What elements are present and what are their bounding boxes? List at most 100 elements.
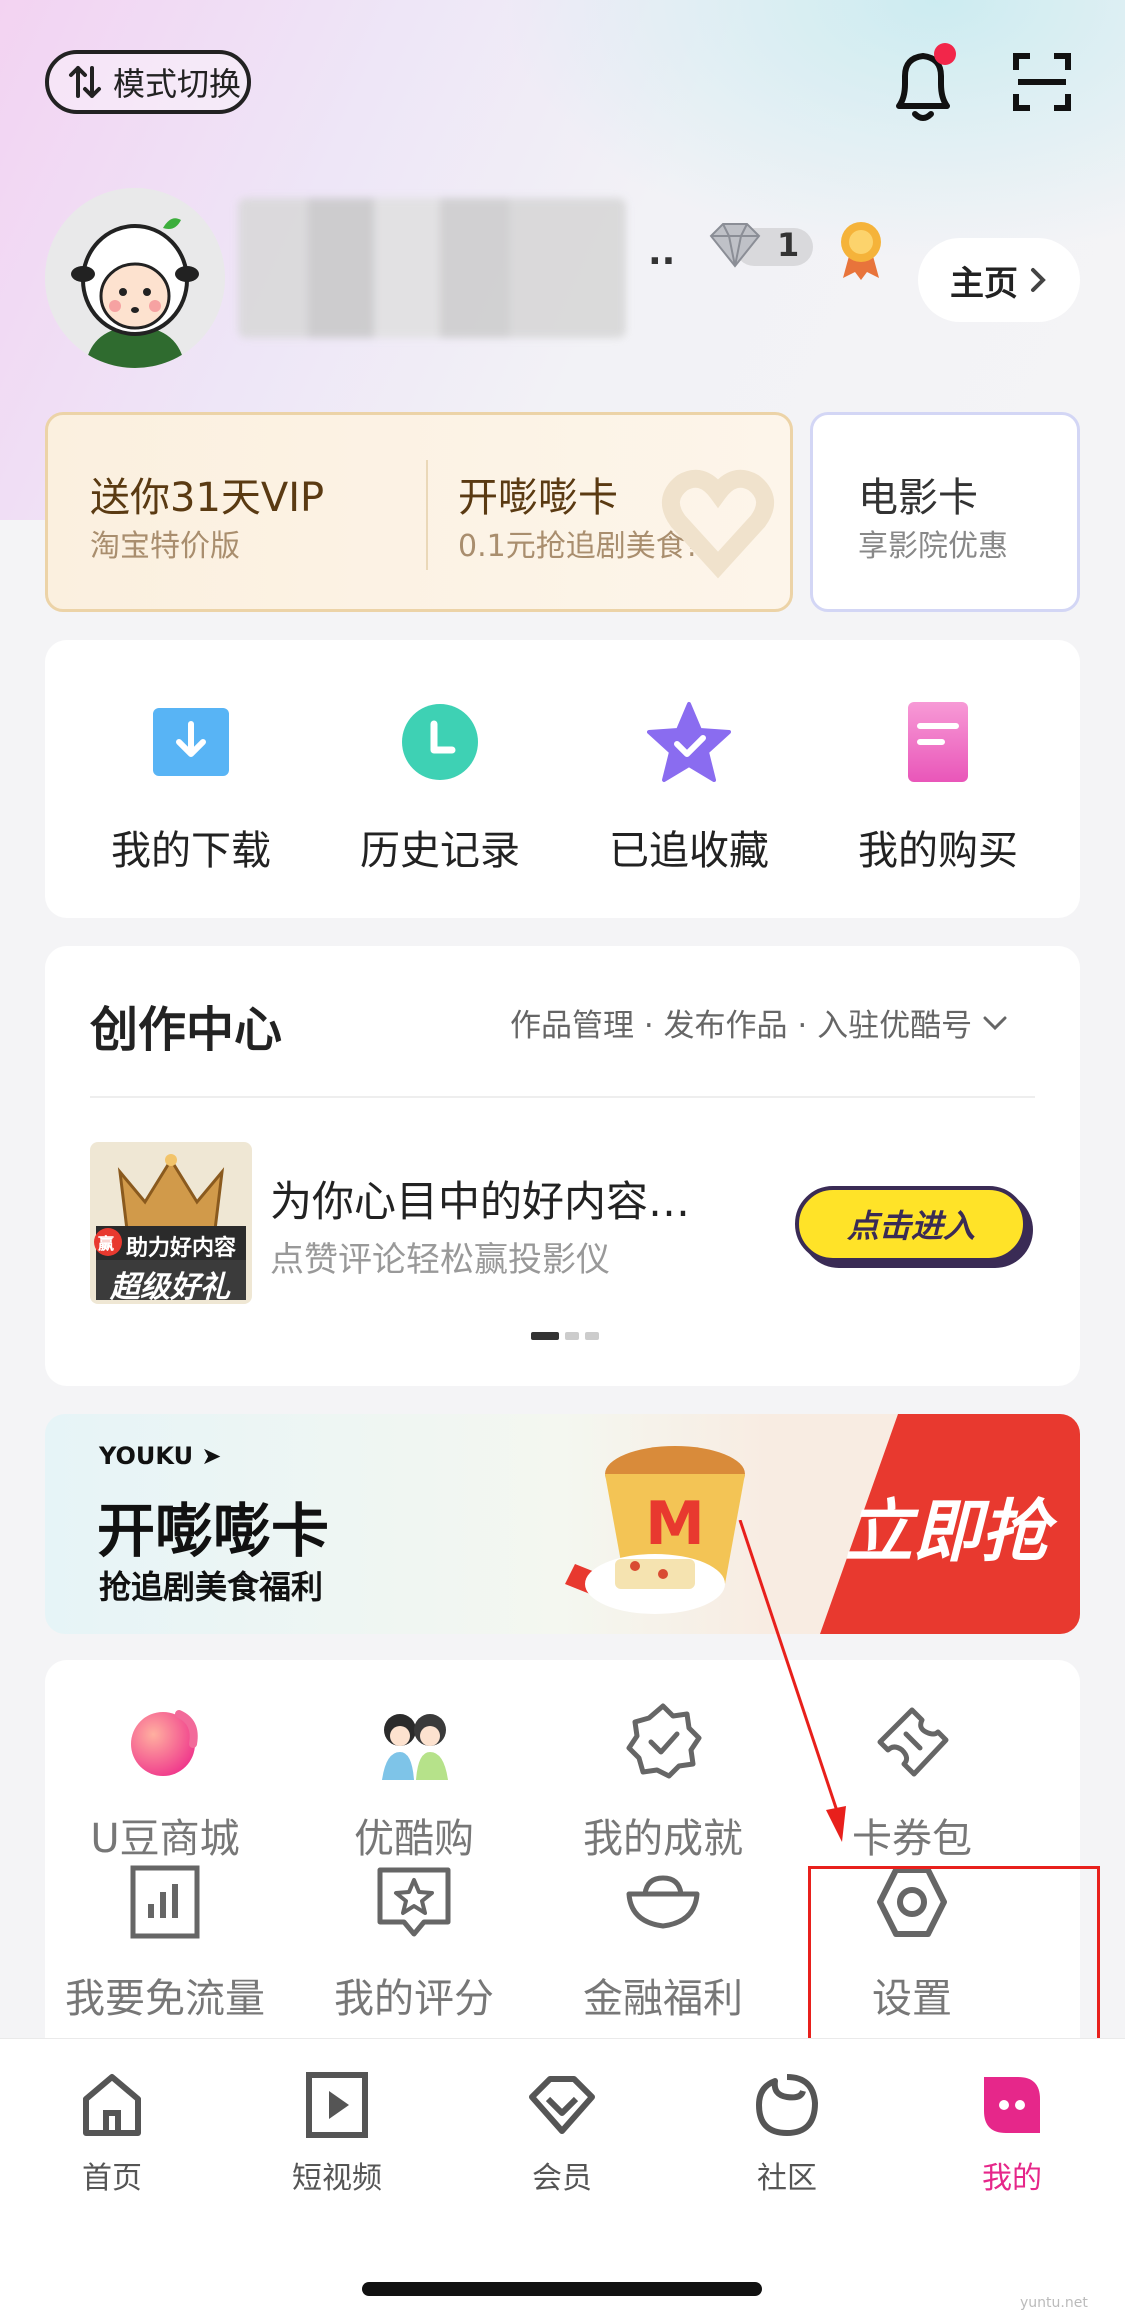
mode-switch-label: 模式切换 <box>113 65 242 103</box>
u-bean-icon <box>131 1710 198 1776</box>
banner-brand: YOUKU ➤ <box>99 1442 222 1470</box>
promo-vip-subtitle: 淘宝特价版 <box>90 529 240 564</box>
tab-short-video[interactable]: 短视频 <box>262 2069 412 2197</box>
pengpeng-banner[interactable]: YOUKU ➤ 开嘭嘭卡 抢追剧美食福利 M 立即抢 <box>45 1414 1080 1634</box>
download-icon <box>153 708 229 776</box>
purchases-icon <box>908 702 968 782</box>
tab-home[interactable]: 首页 <box>37 2069 187 2197</box>
banner-subtitle: 抢追剧美食福利 <box>99 1568 324 1606</box>
promo-movie-title: 电影卡 <box>858 475 978 521</box>
short-video-icon <box>306 2072 368 2138</box>
rating-icon <box>377 1867 451 1937</box>
service-data-free[interactable]: 我要免流量 <box>45 1860 285 2024</box>
watermark: yuntu.net <box>1020 2295 1088 2311</box>
promo-card-group: 送你31天VIP 淘宝特价版 开嘭嘭卡 0.1元抢追剧美食! <box>45 412 793 612</box>
thumb-line2: 超级好礼 <box>110 1270 230 1304</box>
enter-button[interactable]: 点击进入 <box>795 1186 1027 1262</box>
promo-vip-title: 送你31天VIP <box>90 475 325 521</box>
tab-short-video-label: 短视频 <box>292 2161 382 2196</box>
mode-switch-button[interactable]: 模式切换 <box>45 50 251 114</box>
service-u-bean-mall[interactable]: U豆商城 <box>45 1700 285 1864</box>
finance-icon <box>626 1875 700 1929</box>
service-u-bean-mall-label: U豆商城 <box>90 1816 240 1862</box>
promo-pengpeng[interactable]: 开嘭嘭卡 0.1元抢追剧美食! <box>428 415 790 609</box>
shortcut-history[interactable]: 历史记录 <box>320 700 560 876</box>
home-icon <box>83 2074 141 2136</box>
service-data-free-label: 我要免流量 <box>65 1976 265 2022</box>
heart-watermark-icon <box>662 469 774 579</box>
coupon-icon <box>877 1707 949 1777</box>
diamond-badge[interactable]: 1 <box>705 218 815 274</box>
service-ratings-label: 我的评分 <box>334 1976 494 2022</box>
enter-button-label: 点击进入 <box>846 1207 975 1245</box>
service-youku-shop-label: 优酷购 <box>354 1816 474 1862</box>
tab-profile-label: 我的 <box>982 2161 1042 2196</box>
notification-bell-icon[interactable] <box>885 40 965 130</box>
tab-profile[interactable]: 我的 <box>937 2069 1087 2197</box>
chevron-down-icon <box>983 1016 1007 1030</box>
service-finance-label: 金融福利 <box>583 1976 743 2022</box>
carousel-dot <box>565 1332 579 1340</box>
achievement-icon <box>626 1703 702 1779</box>
annotation-arrow-icon <box>738 1520 846 1842</box>
homepage-button[interactable]: 主页 <box>918 238 1080 322</box>
carousel-dot-active <box>531 1332 559 1340</box>
profile-icon <box>984 2077 1040 2133</box>
medal-icon[interactable] <box>835 220 887 280</box>
notification-dot <box>934 43 956 65</box>
thumb-line1: 助力好内容 <box>126 1236 237 1261</box>
promo-movie-subtitle: 享影院优惠 <box>858 529 1008 564</box>
avatar-image <box>45 188 225 368</box>
banner-cta[interactable]: 立即抢 <box>845 1476 1049 1575</box>
shortcut-history-label: 历史记录 <box>360 828 520 874</box>
shortcuts-panel: 我的下载 历史记录 已追收藏 我的购买 <box>45 640 1080 918</box>
data-free-icon <box>130 1865 200 1939</box>
username-blurred <box>238 198 626 338</box>
thumb-badge: 赢 <box>98 1234 115 1253</box>
tab-vip-label: 会员 <box>532 2161 592 2196</box>
favorites-icon <box>647 702 731 782</box>
service-ratings[interactable]: 我的评分 <box>294 1860 534 2024</box>
create-item-thumbnail[interactable]: 赢 助力好内容 超级好礼 <box>90 1142 252 1304</box>
shortcut-favorites[interactable]: 已追收藏 <box>569 700 809 876</box>
create-item-subtitle: 点赞评论轻松赢投影仪 <box>270 1240 610 1280</box>
svg-text:M: M <box>645 1489 705 1559</box>
create-center-divider <box>90 1096 1035 1098</box>
homepage-button-label: 主页 <box>950 263 1018 304</box>
tab-community-label: 社区 <box>757 2161 817 2196</box>
username-suffix: .. <box>648 232 676 273</box>
banner-title: 开嘭嘭卡 <box>97 1497 330 1565</box>
settings-highlight-box <box>808 1866 1100 2054</box>
promo-movie-card[interactable]: 电影卡 享影院优惠 <box>810 412 1080 612</box>
tab-home-label: 首页 <box>82 2161 142 2196</box>
tab-vip[interactable]: 会员 <box>487 2069 637 2197</box>
carousel-dot <box>585 1332 599 1340</box>
service-finance[interactable]: 金融福利 <box>543 1860 783 2024</box>
shortcut-purchases-label: 我的购买 <box>858 828 1018 874</box>
carousel-indicator <box>531 1332 599 1340</box>
vip-icon <box>529 2076 595 2134</box>
service-youku-shop[interactable]: 优酷购 <box>294 1700 534 1864</box>
shortcut-purchases[interactable]: 我的购买 <box>818 700 1058 876</box>
create-item-title[interactable]: 为你心目中的好内容… <box>270 1168 690 1229</box>
create-center-links[interactable]: 作品管理 · 发布作品 · 入驻优酷号 <box>510 1000 1010 1045</box>
community-icon <box>756 2074 818 2136</box>
scan-icon[interactable] <box>1012 52 1072 112</box>
banner-brand-text: YOUKU <box>99 1442 194 1470</box>
create-center-panel: 创作中心 作品管理 · 发布作品 · 入驻优酷号 赢 助力好内容 超级好礼 为你… <box>45 946 1080 1386</box>
history-icon <box>402 704 478 780</box>
shortcut-downloads[interactable]: 我的下载 <box>71 700 311 876</box>
create-center-title: 创作中心 <box>90 1002 283 1058</box>
avatar[interactable] <box>45 188 225 368</box>
shortcut-downloads-label: 我的下载 <box>111 828 271 874</box>
create-center-links-text: 作品管理 · 发布作品 · 入驻优酷号 <box>510 1008 973 1044</box>
switch-arrows-icon <box>69 66 101 98</box>
youku-shop-icon <box>382 1714 448 1780</box>
home-indicator[interactable] <box>362 2282 762 2296</box>
tab-community[interactable]: 社区 <box>712 2069 862 2197</box>
shortcut-favorites-label: 已追收藏 <box>609 828 769 874</box>
promo-vip[interactable]: 送你31天VIP 淘宝特价版 <box>48 415 426 609</box>
chevron-right-icon <box>1031 268 1046 292</box>
promo-pengpeng-title: 开嘭嘭卡 <box>458 475 618 521</box>
bottom-tab-bar: 首页 短视频 会员 社区 我的 <box>0 2038 1125 2319</box>
